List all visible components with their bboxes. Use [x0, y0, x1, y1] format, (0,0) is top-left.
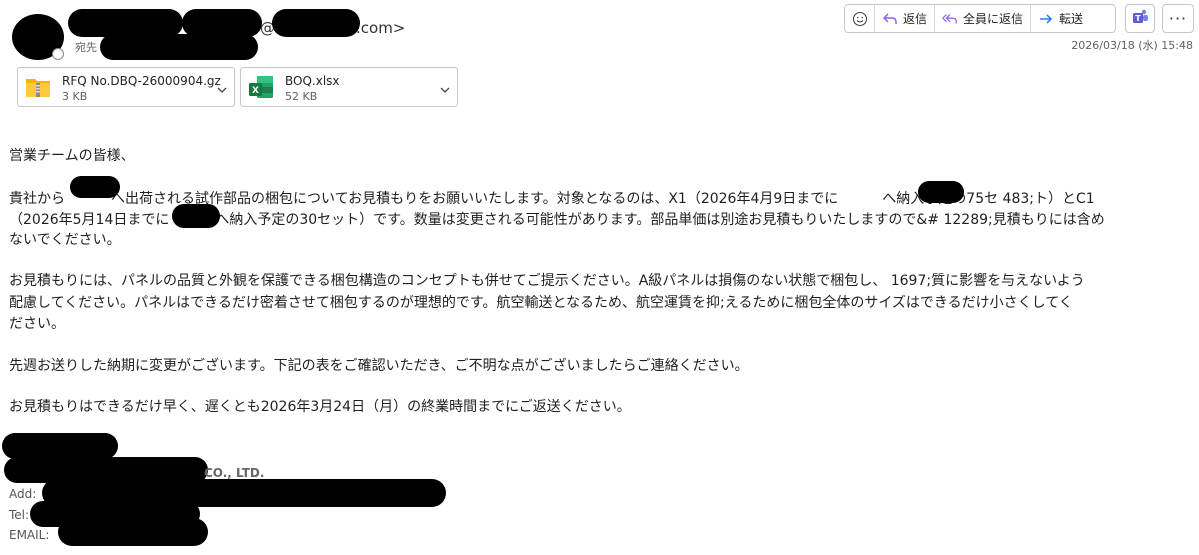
redacted-sender-name	[68, 9, 183, 37]
reply-all-label: 全員に返信	[963, 12, 1024, 26]
smiley-icon	[852, 11, 868, 27]
chevron-down-icon[interactable]	[439, 81, 451, 93]
forward-arrow-icon	[1038, 11, 1054, 27]
attachment-size: 52 KB	[285, 90, 318, 103]
reply-arrow-icon	[882, 11, 898, 27]
greeting-text: 営業チームの皆様、	[9, 148, 135, 164]
paragraph-packaging: お見積もりには、パネルの品質と外観を保護できる梱包構造のコンセプトも併せてご提示…	[9, 271, 1195, 336]
redacted-body-text	[70, 176, 120, 198]
forward-button[interactable]: 転送	[1031, 5, 1090, 32]
body-text: へ納入予定の30セット）です。数量は変更される可能性があります。部品単価は別途お…	[215, 212, 1105, 228]
attachment-card[interactable]: X BOQ.xlsx 52 KB	[240, 67, 458, 107]
excel-icon: X	[247, 73, 275, 101]
body-line: ないでください。	[9, 231, 121, 248]
body-text: へ納入予定の75セ 483;ト）とC1	[882, 190, 1095, 207]
reply-all-arrow-icon	[942, 11, 958, 27]
more-actions-button[interactable]: ···	[1162, 4, 1194, 33]
sender-domain-suffix: .com>	[356, 19, 406, 37]
chevron-down-icon[interactable]	[216, 81, 228, 93]
redacted-signature-email	[58, 518, 208, 546]
paragraph-schedule: 先週お送りした納期に変更がございます。下記の表をご確認いただき、ご不明な点がござ…	[9, 356, 1195, 378]
svg-text:T: T	[1135, 14, 1141, 23]
body-text: （2026年5月14日までに	[9, 212, 170, 228]
body-line: お見積もりには、パネルの品質と外観を保護できる梱包構造のコンセプトも併せてご提示…	[9, 273, 1085, 289]
signature-tel-label: Tel:	[9, 508, 30, 522]
paragraph-deadline: お見積もりはできるだけ早く、遅くとも2026年3月24日（月）の終業時間までにご…	[9, 397, 1195, 419]
to-label: 宛先	[75, 41, 97, 54]
forward-label: 転送	[1059, 12, 1084, 26]
reply-all-button[interactable]: 全員に返信	[935, 5, 1032, 32]
redacted-signature-name	[2, 433, 118, 459]
svg-text:X: X	[252, 86, 259, 96]
redacted-sender-domain	[272, 9, 360, 37]
redacted-sender-name-2	[182, 9, 262, 37]
body-line: 配慮してください。パネルはできるだけ密着させて梱包するのが理想的です。航空輸送と…	[9, 294, 1073, 311]
body-line: 先週お送りした納期に変更がございます。下記の表をご確認いただき、ご不明な点がござ…	[9, 357, 749, 374]
attachment-size: 3 KB	[62, 90, 88, 103]
attachment-name: RFQ No.DBQ-26000904.gz	[62, 74, 221, 88]
teams-chat-button[interactable]: T	[1125, 4, 1155, 33]
attachment-card[interactable]: RFQ No.DBQ-26000904.gz 3 KB	[17, 67, 235, 107]
signature-add-label: Add:	[9, 487, 37, 501]
message-date: 2026/03/18 (水) 15:48	[1071, 39, 1193, 52]
attachment-name: BOQ.xlsx	[285, 74, 340, 88]
body-text: 貴社から	[9, 190, 65, 207]
presence-status-icon	[52, 48, 64, 60]
body-line: お見積もりはできるだけ早く、遅くとも2026年3月24日（月）の終業時間までにご…	[9, 399, 631, 415]
signature-email-label: EMAIL:	[9, 528, 50, 542]
body-text: へ出荷される試作部品の梱包についてお見積もりをお願いいたします。対象となるのは、…	[111, 190, 839, 207]
teams-icon: T	[1131, 8, 1149, 30]
reply-button[interactable]: 返信	[875, 5, 936, 32]
greeting: 営業チームの皆様、	[9, 146, 1195, 168]
redacted-recipient	[100, 34, 258, 60]
message-body: 営業チームの皆様、 貴社から へ出荷される試作部品の梱包についてお見積もりをお願い…	[9, 146, 1195, 439]
signature-company-suffix: CO., LTD.	[204, 466, 265, 480]
message-action-toolbar: 返信 全員に返信 転送	[844, 4, 1116, 33]
reply-label: 返信	[903, 12, 928, 26]
redacted-body-text	[918, 181, 964, 203]
reaction-button[interactable]	[845, 5, 875, 32]
zip-folder-icon	[24, 73, 52, 101]
redacted-body-text	[172, 204, 220, 228]
body-line: ださい。	[9, 316, 65, 332]
